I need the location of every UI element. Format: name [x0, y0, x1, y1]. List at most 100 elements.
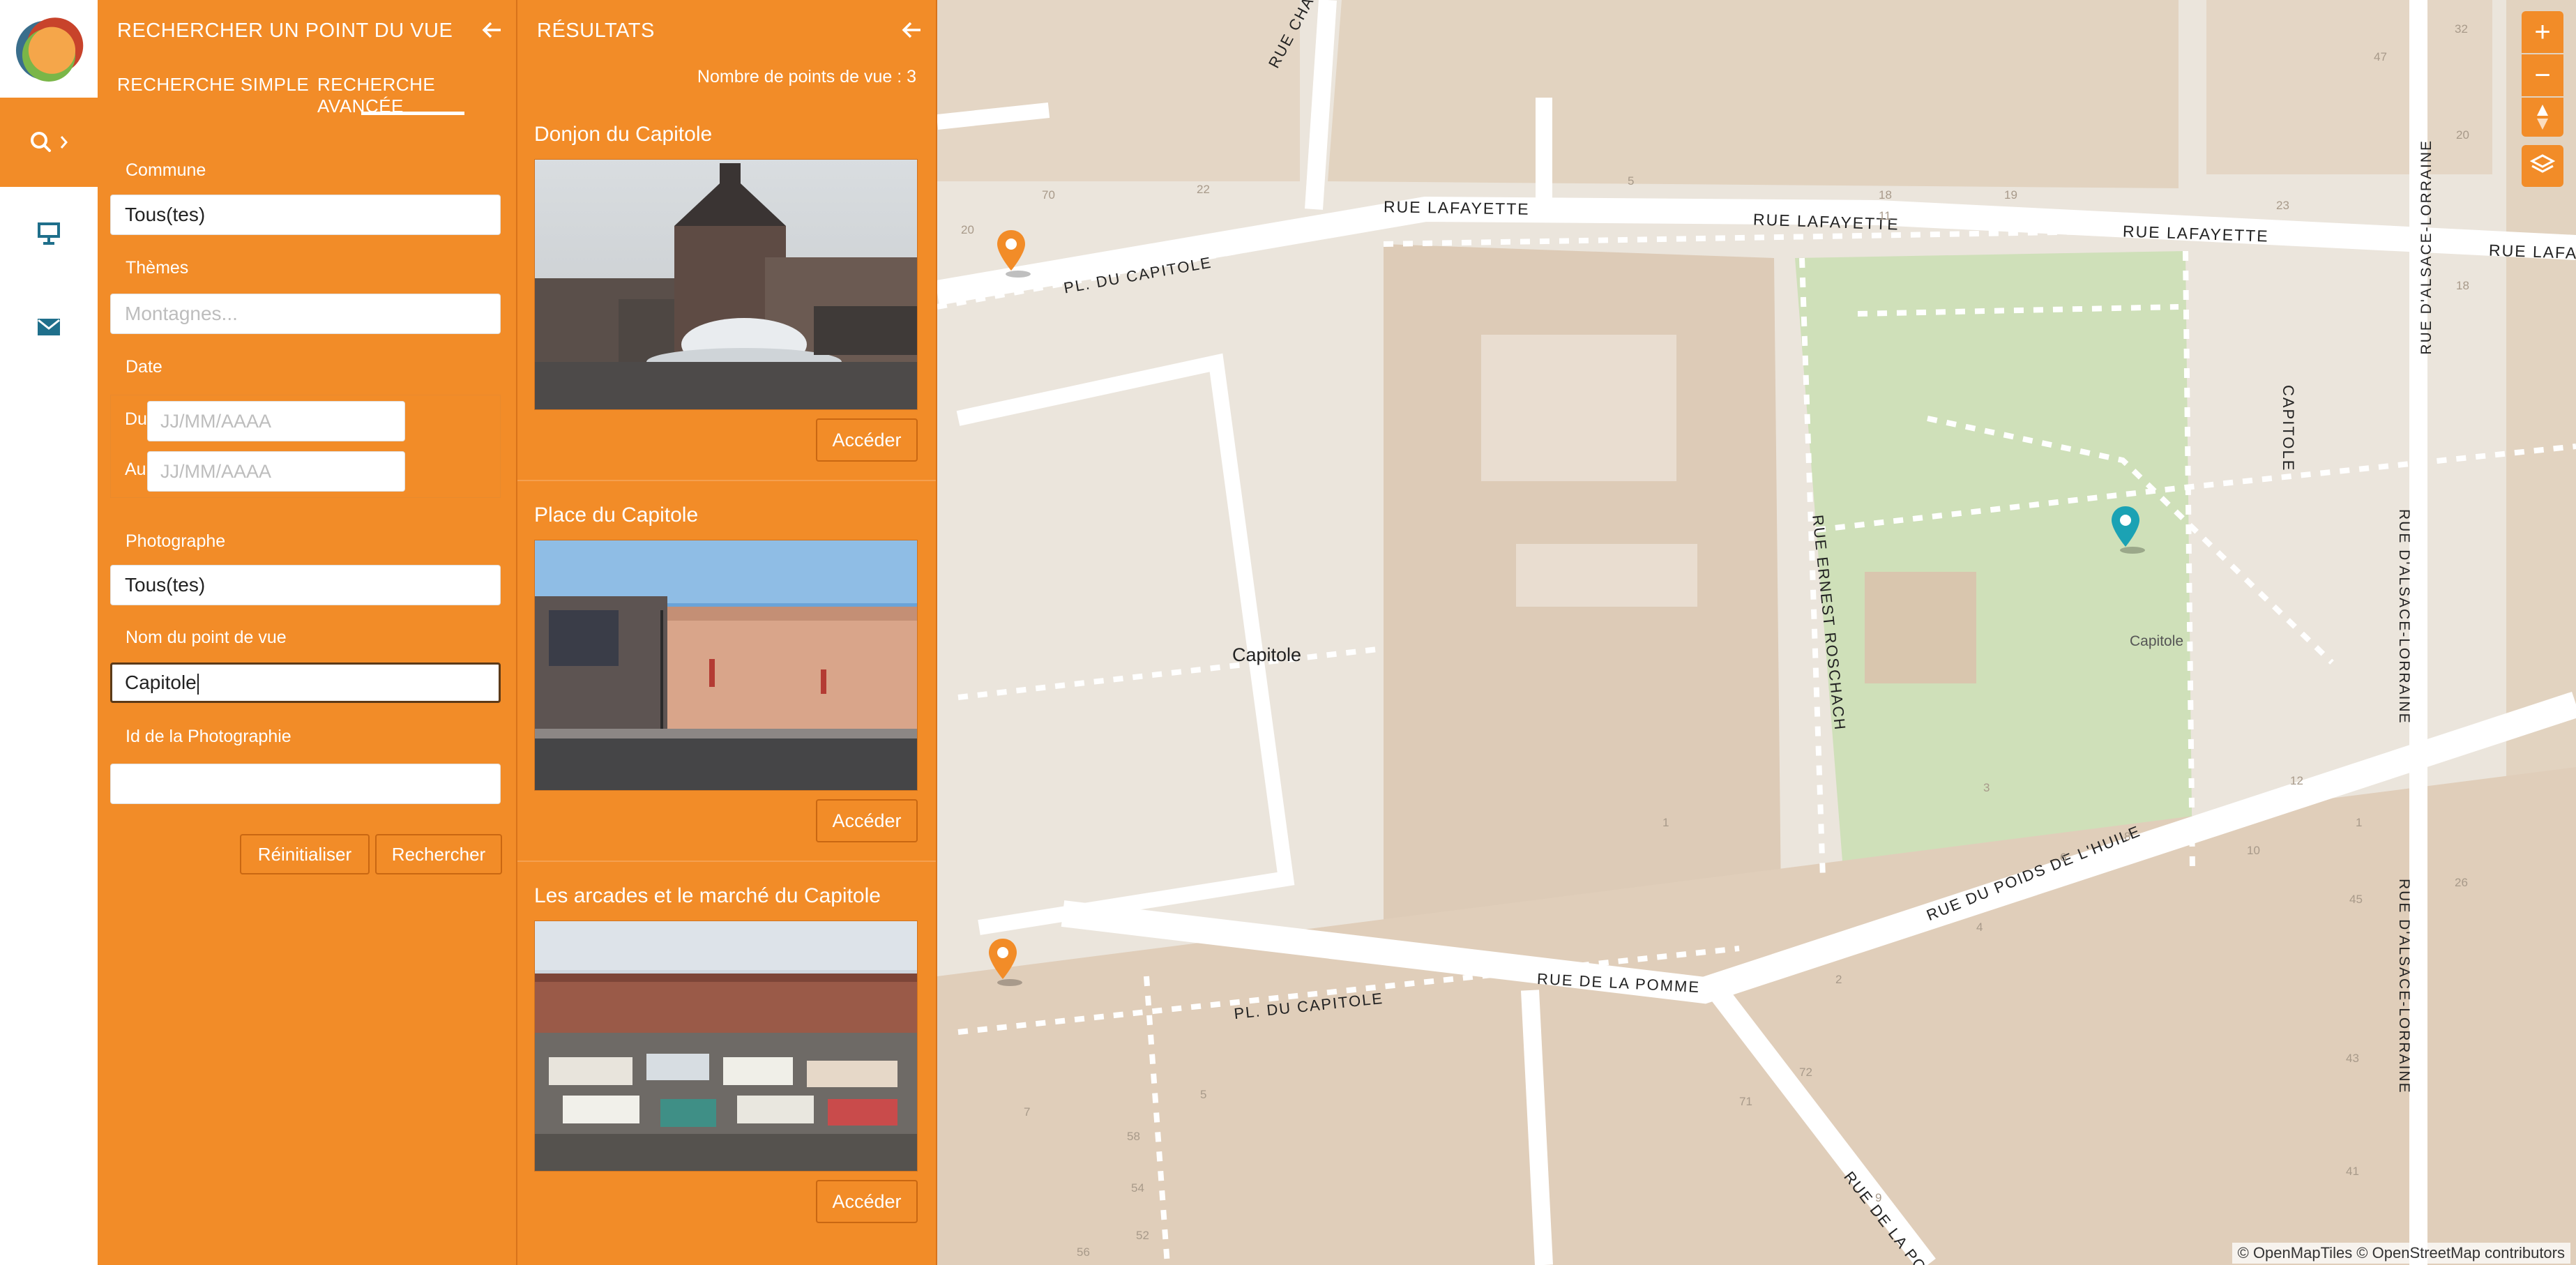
id-photographie-label: Id de la Photographie [126, 727, 291, 746]
result-title[interactable]: Les arcades et le marché du Capitole [534, 884, 881, 908]
house-number: 43 [2346, 1052, 2359, 1065]
map-marker-orange[interactable] [994, 227, 1039, 279]
street-label-alsace-lorraine-3: RUE D'ALSACE-LORRAINE [2396, 879, 2412, 1094]
house-number: 18 [1879, 188, 1892, 202]
house-number: 7 [1024, 1105, 1031, 1119]
results-count: Nombre de points de vue : 3 [697, 67, 916, 86]
house-number: 32 [2455, 22, 2468, 36]
compass-icon [2537, 105, 2548, 130]
commune-label: Commune [126, 160, 206, 180]
park-label-capitole: Capitole [2130, 633, 2184, 649]
house-number: 22 [1197, 183, 1210, 196]
street-label-lafayette-4: RUE LAFAY [2488, 241, 2576, 263]
house-number: 71 [1739, 1095, 1752, 1108]
reset-north-button[interactable] [2522, 98, 2563, 137]
arrow-left-icon [902, 22, 920, 38]
house-number: 45 [2349, 893, 2363, 906]
presentation-button[interactable] [0, 202, 98, 265]
mail-icon [38, 319, 60, 335]
map-marker-teal[interactable] [2109, 503, 2153, 555]
photo-donjon-du-capitole [535, 160, 917, 409]
app-logo[interactable] [10, 10, 88, 88]
map-marker-orange[interactable] [986, 936, 1031, 987]
date-to-input[interactable]: JJ/MM/AAAA [147, 451, 405, 492]
house-number: 3 [1983, 781, 1990, 794]
result-divider [517, 480, 936, 481]
house-number: 5 [1628, 174, 1635, 188]
search-panel: RECHERCHER UN POINT DU VUE RECHERCHE SIM… [98, 0, 517, 1265]
house-number: 2 [1835, 973, 1842, 986]
street-label-alsace-lorraine-1: RUE D'ALSACE-LORRAINE [2418, 139, 2434, 355]
commune-select[interactable]: Tous(tes) [110, 195, 501, 235]
house-number: 58 [1127, 1130, 1140, 1143]
contact-button[interactable] [0, 296, 98, 358]
layers-icon [2529, 154, 2556, 173]
close-search-panel-button[interactable] [481, 20, 502, 45]
date-to-label: Au [125, 460, 146, 479]
date-from-input[interactable]: JJ/MM/AAAA [147, 401, 405, 441]
presentation-icon [38, 222, 60, 245]
panel-title: RECHERCHER UN POINT DU VUE [117, 20, 453, 42]
results-panel: RÉSULTATS Nombre de points de vue : 3 Do… [517, 0, 937, 1265]
date-from-label: Du [125, 409, 147, 429]
house-number: 9 [1875, 1191, 1882, 1204]
search-toggle-button[interactable] [0, 98, 98, 187]
house-number: 20 [961, 223, 974, 236]
acceder-button[interactable]: Accéder [816, 799, 918, 842]
house-number: 5 [1200, 1088, 1207, 1101]
street-label-capitole: CAPITOLE [2280, 385, 2297, 472]
house-number: 56 [1077, 1245, 1090, 1259]
themes-input[interactable]: Montagnes... [110, 294, 501, 334]
photo-place-du-capitole [535, 540, 917, 790]
house-number: 4 [1976, 921, 1983, 934]
result-title[interactable]: Donjon du Capitole [534, 123, 712, 146]
street-label-lafayette-1: RUE LAFAYETTE [1383, 197, 1530, 218]
icon-rail [0, 0, 98, 1265]
zoom-out-button[interactable]: − [2522, 54, 2563, 96]
house-number: 10 [2247, 844, 2260, 857]
result-photo-place[interactable] [534, 540, 918, 791]
tab-recherche-avancee[interactable]: RECHERCHE AVANCÉE [317, 74, 516, 117]
photographe-label: Photographe [126, 531, 226, 551]
active-tab-indicator [361, 112, 464, 115]
house-number: 52 [1136, 1229, 1149, 1242]
house-number: 11 [1879, 209, 1891, 222]
house-number: 19 [2004, 188, 2017, 202]
id-photographie-input[interactable] [110, 764, 501, 804]
date-label: Date [126, 357, 162, 377]
house-number: 8 [2124, 830, 2131, 843]
reset-button[interactable]: Réinitialiser [240, 834, 370, 874]
map-view[interactable]: RUE CHARLES DE RÉMUSA RUE LAFAYETTE RUE … [937, 0, 2576, 1265]
nom-point-de-vue-label: Nom du point de vue [126, 628, 287, 647]
nom-point-de-vue-input[interactable]: Capitole [110, 662, 501, 703]
tab-recherche-simple[interactable]: RECHERCHE SIMPLE [117, 74, 309, 96]
close-results-panel-button[interactable] [901, 20, 922, 45]
house-number: 6 [2060, 851, 2067, 864]
result-photo-arcades[interactable] [534, 921, 918, 1172]
map-attribution[interactable]: © OpenMapTiles © OpenStreetMap contribut… [2232, 1243, 2570, 1264]
result-title[interactable]: Place du Capitole [534, 503, 698, 527]
house-number: 41 [2346, 1165, 2359, 1178]
results-title: RÉSULTATS [537, 20, 655, 42]
arrow-left-icon [482, 22, 501, 38]
result-divider [517, 861, 936, 862]
place-label-capitole: Capitole [1232, 644, 1302, 665]
result-photo-donjon[interactable] [534, 159, 918, 410]
house-number: 70 [1042, 188, 1055, 202]
street-label-alsace-lorraine-2: RUE D'ALSACE-LORRAINE [2396, 509, 2412, 725]
search-button[interactable]: Rechercher [375, 834, 502, 874]
layers-button[interactable] [2522, 145, 2563, 187]
photographe-select[interactable]: Tous(tes) [110, 565, 501, 605]
zoom-in-button[interactable]: + [2522, 11, 2563, 53]
house-number: 23 [2276, 199, 2289, 212]
house-number: 47 [2374, 50, 2387, 63]
house-number: 1 [2356, 816, 2363, 829]
house-number: 18 [2456, 279, 2469, 292]
house-number: 12 [2290, 774, 2303, 787]
acceder-button[interactable]: Accéder [816, 1180, 918, 1223]
acceder-button[interactable]: Accéder [816, 418, 918, 462]
themes-label: Thèmes [126, 258, 189, 278]
date-range-group: Du JJ/MM/AAAA Au JJ/MM/AAAA [110, 395, 501, 498]
house-number: 1 [1662, 816, 1669, 829]
house-number: 26 [2455, 876, 2468, 889]
